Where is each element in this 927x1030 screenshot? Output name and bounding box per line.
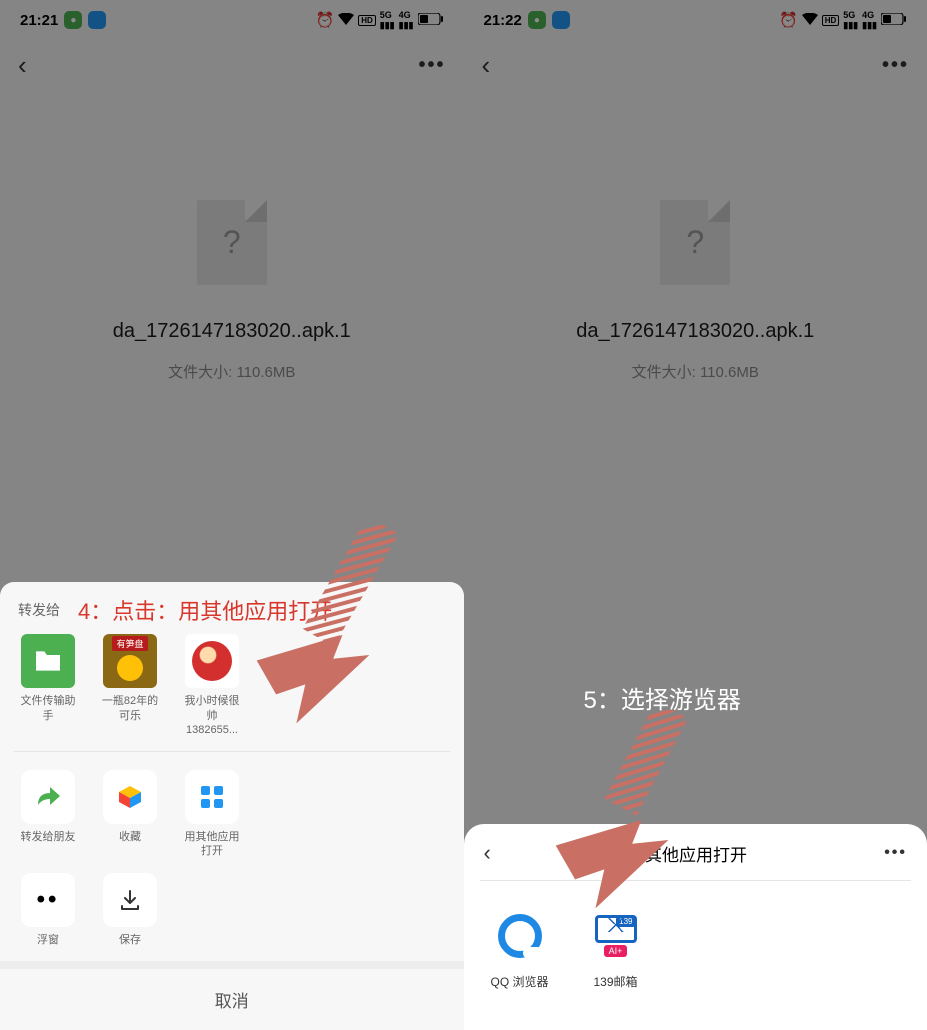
action-save[interactable]: 保存 (100, 873, 160, 947)
unknown-mark: ? (686, 224, 704, 261)
screen-step4: 21:21 ● ⏰ HD 5G▮▮▮ 4G▮▮▮ ‹ ••• ? da_1726… (0, 0, 464, 1030)
hd-badge: HD (822, 15, 840, 26)
action-float-window[interactable]: •• 浮窗 (18, 873, 78, 947)
annotation-step5: 5：选择游览器 (584, 680, 741, 715)
mail-139-icon: 139 AI+ (587, 907, 645, 965)
avatar-icon (185, 634, 239, 688)
file-name: da_1726147183020..apk.1 (576, 320, 814, 343)
signal-4g: 4G▮▮▮ (862, 10, 877, 31)
cube-icon (103, 770, 157, 824)
status-icons: ⏰ HD 5G▮▮▮ 4G▮▮▮ (779, 10, 907, 31)
wifi-icon (802, 12, 818, 29)
sheet-more-button[interactable]: ••• (884, 844, 907, 862)
alarm-icon: ⏰ (779, 11, 798, 29)
battery-icon (881, 12, 907, 29)
clock: 21:22 (484, 12, 522, 29)
clock: 21:21 (20, 12, 58, 29)
blue-pill-icon (88, 11, 106, 29)
signal-5g: 5G▮▮▮ (843, 10, 858, 31)
alarm-icon: ⏰ (316, 11, 335, 29)
contact-row: 文件传输助手 有笋盘 一瓶82年的可乐 我小时候很帅1382655... (0, 620, 464, 747)
blue-pill-icon (552, 11, 570, 29)
action-favorite[interactable]: 收藏 (100, 770, 160, 859)
share-sheet: 4：点击：用其他应用打开 转发给 文件传输助手 有笋盘 一瓶82年的可乐 (0, 582, 464, 1030)
status-icons: ⏰ HD 5G▮▮▮ 4G▮▮▮ (316, 10, 444, 31)
file-icon: ? (660, 200, 730, 285)
app-row: QQ 浏览器 139 AI+ 139邮箱 (464, 881, 927, 1000)
file-preview: ? da_1726147183020..apk.1 文件大小: 110.6MB (464, 90, 927, 382)
green-pill-icon: ● (528, 11, 546, 29)
file-size: 文件大小: 110.6MB (632, 361, 759, 382)
more-button[interactable]: ••• (882, 54, 909, 77)
action-forward-friend[interactable]: 转发给朋友 (18, 770, 78, 859)
annotation-step4: 4：点击：用其他应用打开 (78, 594, 332, 626)
dots-icon: •• (21, 873, 75, 927)
sheet-back-button[interactable]: ‹ (484, 840, 491, 866)
signal-5g: 5G▮▮▮ (380, 10, 395, 31)
share-arrow-icon (21, 770, 75, 824)
cancel-button[interactable]: 取消 (0, 961, 464, 1030)
wifi-icon (338, 12, 354, 29)
avatar-icon: 有笋盘 (103, 634, 157, 688)
download-icon (103, 873, 157, 927)
battery-icon (418, 12, 444, 29)
signal-4g: 4G▮▮▮ (399, 10, 414, 31)
grid-icon (185, 770, 239, 824)
file-name: da_1726147183020..apk.1 (113, 320, 351, 343)
green-pill-icon: ● (64, 11, 82, 29)
app-qq-browser[interactable]: QQ 浏览器 (486, 907, 554, 990)
action-row-2: •• 浮窗 保存 (0, 873, 464, 961)
back-button[interactable]: ‹ (482, 50, 491, 81)
file-size: 文件大小: 110.6MB (168, 361, 295, 382)
hd-badge: HD (358, 15, 376, 26)
screen-step5: 21:22 ● ⏰ HD 5G▮▮▮ 4G▮▮▮ ‹ ••• ? da_1726… (464, 0, 927, 1030)
forward-to-label: 转发给 (18, 600, 60, 620)
contact-cola[interactable]: 有笋盘 一瓶82年的可乐 (100, 634, 160, 737)
action-open-with-other[interactable]: 用其他应用打开 (182, 770, 242, 859)
back-button[interactable]: ‹ (18, 50, 27, 81)
file-icon: ? (197, 200, 267, 285)
unknown-mark: ? (223, 224, 241, 261)
action-row-1: 转发给朋友 收藏 用其他应用打开 (0, 756, 464, 873)
nav-bar: ‹ ••• (0, 40, 464, 90)
open-with-sheet: ‹ 用其他应用打开 ••• QQ 浏览器 139 AI+ 139邮箱 (464, 824, 927, 1030)
qq-browser-icon (491, 907, 549, 965)
status-bar: 21:21 ● ⏰ HD 5G▮▮▮ 4G▮▮▮ (0, 0, 464, 40)
divider (14, 751, 450, 752)
folder-icon (21, 634, 75, 688)
nav-bar: ‹ ••• (464, 40, 927, 90)
app-139-mail[interactable]: 139 AI+ 139邮箱 (582, 907, 650, 990)
status-bar: 21:22 ● ⏰ HD 5G▮▮▮ 4G▮▮▮ (464, 0, 927, 40)
contact-file-transfer[interactable]: 文件传输助手 (18, 634, 78, 737)
file-preview: ? da_1726147183020..apk.1 文件大小: 110.6MB (0, 90, 464, 382)
more-button[interactable]: ••• (418, 54, 445, 77)
contact-handsome[interactable]: 我小时候很帅1382655... (182, 634, 242, 737)
sheet-title: 用其他应用打开 (491, 841, 884, 866)
